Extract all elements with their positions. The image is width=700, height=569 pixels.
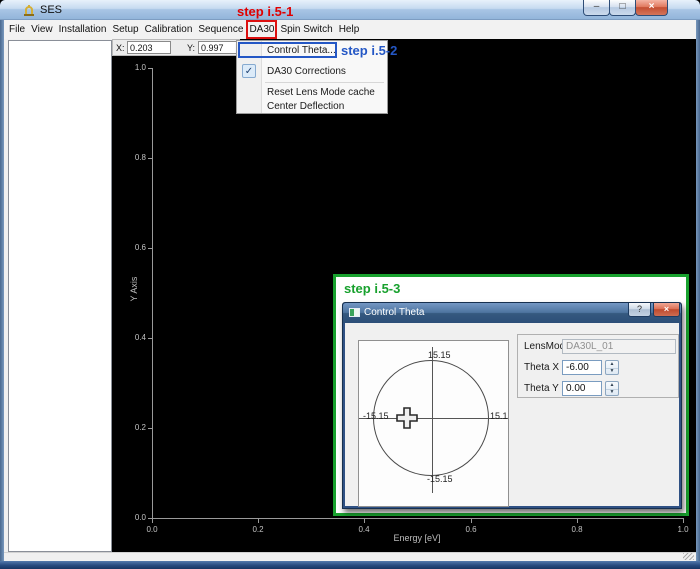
theta-polar-plot[interactable]: 15.15 -15.15 15.15 -15.15: [358, 340, 509, 507]
x-axis-title: Energy [eV]: [342, 533, 492, 543]
application-window: SES – □ × File View Installation Setup C…: [0, 0, 700, 569]
y-tick-mark: [148, 248, 153, 249]
checkmark-icon: ✓: [242, 64, 256, 78]
menu-calibration[interactable]: Calibration: [142, 20, 196, 39]
spin-down-icon[interactable]: ▼: [606, 389, 618, 395]
window-controls: – □ ×: [584, 0, 668, 16]
window-title: SES: [40, 4, 62, 16]
sequence-list-panel[interactable]: [8, 40, 112, 552]
theta-x-field[interactable]: -6.00: [562, 360, 602, 375]
x-readout-label: X:: [116, 43, 125, 53]
status-bar: [4, 552, 696, 561]
cursor-readout: X: 0.203 Y: 0.997: [112, 39, 240, 56]
theta-label-left: -15.15: [363, 411, 389, 421]
y-tick-label: 1.0: [124, 63, 146, 72]
minimize-button[interactable]: –: [583, 0, 610, 16]
y-tick-label: 0.0: [124, 513, 146, 522]
theta-cursor-cross-icon[interactable]: [396, 407, 418, 429]
menu-da30[interactable]: DA30: [246, 20, 277, 39]
annotation-step-i5-1: step i.5-1: [237, 4, 293, 19]
theta-x-label: Theta X: [524, 362, 559, 373]
close-button[interactable]: ×: [635, 0, 668, 16]
x-tick-mark: [364, 519, 365, 523]
y-tick-mark: [148, 68, 153, 69]
x-tick-label: 0.8: [562, 525, 592, 534]
window-bottom-border: [0, 561, 700, 569]
theta-y-label: Theta Y: [524, 383, 559, 394]
y-axis-line: [152, 68, 153, 519]
x-tick-label: 0.2: [243, 525, 273, 534]
x-tick-mark: [152, 519, 153, 523]
menu-file[interactable]: File: [6, 20, 28, 39]
dialog-title: Control Theta: [364, 307, 424, 318]
annotation-step-i5-3: step i.5-3: [344, 281, 400, 296]
x-tick-mark: [471, 519, 472, 523]
y-tick-label: 0.8: [124, 153, 146, 162]
theta-x-spinner[interactable]: ▲ ▼: [605, 360, 619, 375]
annotation-step-i5-2: step i.5-2: [341, 43, 397, 58]
y-readout-field[interactable]: 0.997: [198, 41, 239, 54]
menu-item-da30-corrections[interactable]: DA30 Corrections: [267, 65, 346, 78]
theta-label-bottom: -15.15: [427, 474, 453, 484]
menu-spin-switch[interactable]: Spin Switch: [277, 20, 335, 39]
spin-up-icon[interactable]: ▲: [606, 361, 618, 368]
y-readout-label: Y:: [187, 43, 195, 53]
y-tick-label: 0.2: [124, 423, 146, 432]
menu-item-center-deflection[interactable]: Center Deflection: [267, 100, 344, 113]
x-axis-line: [152, 518, 684, 519]
theta-y-spinner[interactable]: ▲ ▼: [605, 381, 619, 396]
x-tick-label: 1.0: [668, 525, 696, 534]
menu-sequence[interactable]: Sequence: [195, 20, 246, 39]
x-tick-mark: [683, 519, 684, 523]
theta-y-axis-line: [432, 347, 433, 493]
theta-label-right: 15.15: [490, 411, 509, 421]
title-bar: SES – □ ×: [0, 0, 700, 20]
x-tick-mark: [577, 519, 578, 523]
dialog-icon: [349, 308, 360, 317]
x-readout-field[interactable]: 0.203: [127, 41, 171, 54]
menu-bar: File View Installation Setup Calibration…: [4, 20, 696, 39]
spin-down-icon[interactable]: ▼: [606, 368, 618, 374]
menu-installation[interactable]: Installation: [56, 20, 110, 39]
y-tick-label: 0.6: [124, 243, 146, 252]
x-tick-mark: [258, 519, 259, 523]
spin-up-icon[interactable]: ▲: [606, 382, 618, 389]
y-axis-title: Y Axis: [129, 269, 139, 309]
y-tick-mark: [148, 158, 153, 159]
lensmode-field: DA30L_01: [562, 339, 676, 354]
menu-separator: [265, 82, 384, 83]
menu-item-reset-lens-mode-cache[interactable]: Reset Lens Mode cache: [267, 86, 375, 99]
resize-grip-icon[interactable]: [683, 553, 694, 560]
dialog-help-button[interactable]: ?: [628, 303, 651, 317]
y-tick-mark: [148, 338, 153, 339]
ses-app-icon: [22, 3, 36, 17]
control-theta-dialog: Control Theta ? × 15.15 -15.15 15.15 -15…: [342, 302, 682, 509]
theta-y-field[interactable]: 0.00: [562, 381, 602, 396]
menu-setup[interactable]: Setup: [109, 20, 141, 39]
dialog-close-button[interactable]: ×: [653, 303, 680, 317]
x-tick-label: 0.0: [137, 525, 167, 534]
theta-label-top: 15.15: [428, 350, 451, 360]
menu-help[interactable]: Help: [336, 20, 363, 39]
annotation-box-control-theta: [238, 42, 337, 58]
maximize-button[interactable]: □: [609, 0, 636, 16]
dialog-title-bar: Control Theta ? ×: [343, 303, 681, 323]
theta-controls-group: LensMode DA30L_01 Theta X -6.00 ▲ ▼ Thet…: [517, 334, 679, 398]
da30-dropdown-menu: Control Theta... ✓ DA30 Corrections Rese…: [236, 40, 388, 114]
y-tick-label: 0.4: [124, 333, 146, 342]
y-tick-mark: [148, 428, 153, 429]
dialog-body: 15.15 -15.15 15.15 -15.15 LensMode DA30L…: [345, 323, 679, 506]
menu-view[interactable]: View: [28, 20, 56, 39]
